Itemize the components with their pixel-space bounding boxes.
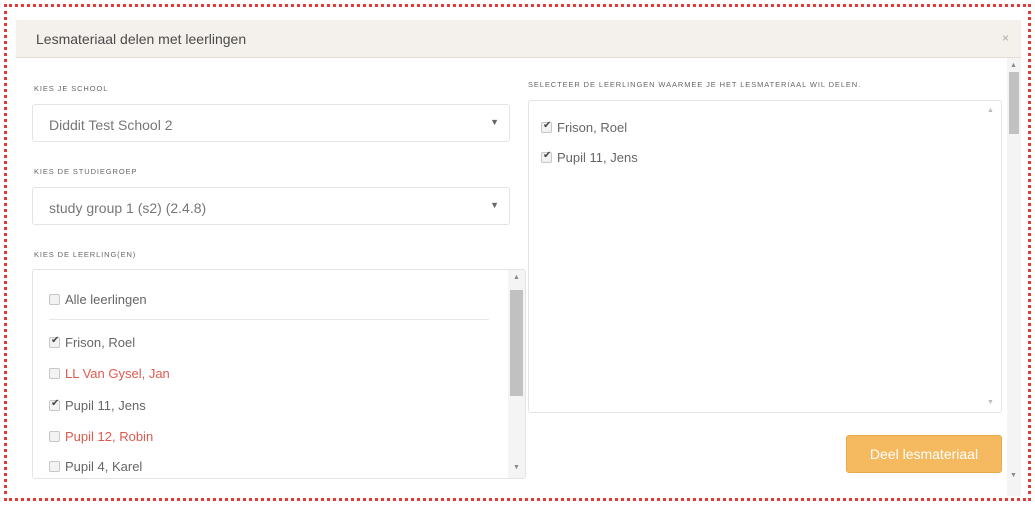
select-all-checkbox[interactable] <box>49 293 60 305</box>
scroll-down-icon[interactable]: ▼ <box>987 399 994 406</box>
modal-scroll-thumb[interactable] <box>1009 72 1019 134</box>
school-select[interactable]: Diddit Test School 2 ▼ <box>32 104 510 142</box>
scroll-up-icon[interactable]: ▲ <box>987 107 994 114</box>
chevron-down-icon: ▼ <box>490 117 499 127</box>
student-checkbox[interactable] <box>49 430 60 442</box>
select-all-row[interactable]: Alle leerlingen <box>49 290 147 308</box>
students-label: KIES DE LEERLING(EN) <box>34 250 137 259</box>
student-checkbox[interactable] <box>49 367 60 379</box>
share-material-button[interactable]: Deel lesmateriaal <box>846 435 1002 473</box>
close-icon[interactable]: × <box>1002 31 1009 45</box>
studygroup-label: KIES DE STUDIEGROEP <box>34 167 138 176</box>
students-scroll-thumb[interactable] <box>510 290 523 396</box>
scroll-up-icon[interactable]: ▲ <box>513 274 520 281</box>
chevron-down-icon: ▼ <box>490 200 499 210</box>
scroll-down-icon[interactable]: ▼ <box>1010 472 1017 479</box>
selected-student-name: Pupil 11, Jens <box>557 149 638 165</box>
student-row[interactable]: Pupil 11, Jens <box>49 396 146 414</box>
student-checkbox[interactable] <box>49 398 60 411</box>
student-checkbox[interactable] <box>49 460 60 472</box>
student-name: Pupil 11, Jens <box>65 397 146 413</box>
share-modal: Lesmateriaal delen met leerlingen × KIES… <box>16 20 1021 496</box>
scroll-down-icon[interactable]: ▼ <box>513 464 520 471</box>
selected-student-row[interactable]: Pupil 11, Jens <box>541 148 638 166</box>
student-row[interactable]: Pupil 4, Karel <box>49 457 142 475</box>
selected-student-row[interactable]: Frison, Roel <box>541 118 627 136</box>
list-divider <box>49 319 489 320</box>
school-label: KIES JE SCHOOL <box>34 84 109 93</box>
school-select-value: Diddit Test School 2 <box>49 117 173 133</box>
student-name: Pupil 12, Robin <box>65 428 154 444</box>
student-name: Frison, Roel <box>65 334 136 350</box>
studygroup-select[interactable]: study group 1 (s2) (2.4.8) ▼ <box>32 187 510 225</box>
studygroup-select-value: study group 1 (s2) (2.4.8) <box>49 200 207 216</box>
modal-title: Lesmateriaal delen met leerlingen <box>36 31 247 47</box>
select-all-label: Alle leerlingen <box>65 291 147 307</box>
student-row[interactable]: Pupil 12, Robin <box>49 427 153 445</box>
scroll-up-icon[interactable]: ▲ <box>1010 62 1017 69</box>
selected-student-name: Frison, Roel <box>557 119 628 135</box>
student-checkbox[interactable] <box>49 335 60 348</box>
student-name: LL Van Gysel, Jan <box>65 365 170 381</box>
student-row[interactable]: LL Van Gysel, Jan <box>49 364 170 382</box>
students-listbox[interactable]: Alle leerlingen Frison, Roel LL Van Gyse… <box>32 269 526 479</box>
selected-student-checkbox[interactable] <box>541 120 552 133</box>
modal-header: Lesmateriaal delen met leerlingen × <box>16 20 1021 58</box>
selected-listbox[interactable]: Frison, Roel Pupil 11, Jens ▲ ▼ <box>528 100 1002 413</box>
selected-student-checkbox[interactable] <box>541 150 552 163</box>
student-name: Pupil 4, Karel <box>65 458 143 474</box>
selected-label: SELECTEER DE LEERLINGEN WAARMEE JE HET L… <box>528 80 862 89</box>
student-row[interactable]: Frison, Roel <box>49 333 135 351</box>
